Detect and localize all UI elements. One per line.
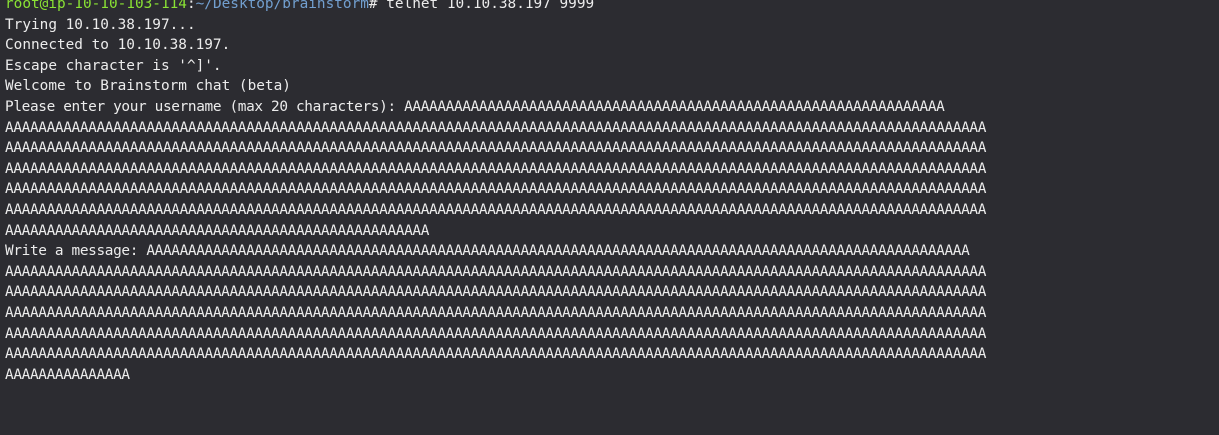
- prompt-line: root@ip-10-10-103-114:~/Desktop/brainsto…: [5, 0, 1219, 15]
- output-line-username-prompt: Please enter your username (max 20 chara…: [5, 98, 945, 115]
- prompt-path: ~/Desktop/brainstorm: [195, 0, 369, 12]
- output-line-message-cont-6: AAAAAAAAAAAAAAA: [5, 366, 130, 383]
- output-line-username-cont-3: AAAAAAAAAAAAAAAAAAAAAAAAAAAAAAAAAAAAAAAA…: [5, 160, 987, 177]
- output-line-username-cont-2: AAAAAAAAAAAAAAAAAAAAAAAAAAAAAAAAAAAAAAAA…: [5, 140, 987, 157]
- output-line-message-cont-3: AAAAAAAAAAAAAAAAAAAAAAAAAAAAAAAAAAAAAAAA…: [5, 304, 987, 321]
- prompt-user-host: root@ip-10-10-103-114: [5, 0, 187, 12]
- output-line-message-cont-4: AAAAAAAAAAAAAAAAAAAAAAAAAAAAAAAAAAAAAAAA…: [5, 325, 987, 342]
- output-line-trying: Trying 10.10.38.197...: [5, 16, 196, 33]
- output-line-message-cont-2: AAAAAAAAAAAAAAAAAAAAAAAAAAAAAAAAAAAAAAAA…: [5, 284, 987, 301]
- output-line-welcome: Welcome to Brainstorm chat (beta): [5, 78, 291, 95]
- output-line-username-cont-1: AAAAAAAAAAAAAAAAAAAAAAAAAAAAAAAAAAAAAAAA…: [5, 119, 987, 136]
- output-line-username-cont-4: AAAAAAAAAAAAAAAAAAAAAAAAAAAAAAAAAAAAAAAA…: [5, 181, 987, 198]
- prompt-separator: :: [186, 0, 196, 12]
- output-line-message-cont-5: AAAAAAAAAAAAAAAAAAAAAAAAAAAAAAAAAAAAAAAA…: [5, 346, 987, 363]
- terminal-content: root@ip-10-10-103-114:~/Desktop/brainsto…: [5, 0, 1219, 385]
- output-line-message-cont-1: AAAAAAAAAAAAAAAAAAAAAAAAAAAAAAAAAAAAAAAA…: [5, 263, 987, 280]
- output-line-message-prompt: Write a message: AAAAAAAAAAAAAAAAAAAAAAA…: [5, 243, 970, 260]
- output-line-username-cont-6: AAAAAAAAAAAAAAAAAAAAAAAAAAAAAAAAAAAAAAAA…: [5, 222, 430, 239]
- output-line-escape: Escape character is '^]'.: [5, 57, 222, 74]
- terminal-window[interactable]: root@ip-10-10-103-114:~/Desktop/brainsto…: [0, 0, 1219, 435]
- prompt-symbol: #: [368, 0, 378, 12]
- output-line-connected: Connected to 10.10.38.197.: [5, 37, 231, 54]
- output-line-username-cont-5: AAAAAAAAAAAAAAAAAAAAAAAAAAAAAAAAAAAAAAAA…: [5, 201, 987, 218]
- prompt-command: telnet 10.10.38.197 9999: [377, 0, 595, 12]
